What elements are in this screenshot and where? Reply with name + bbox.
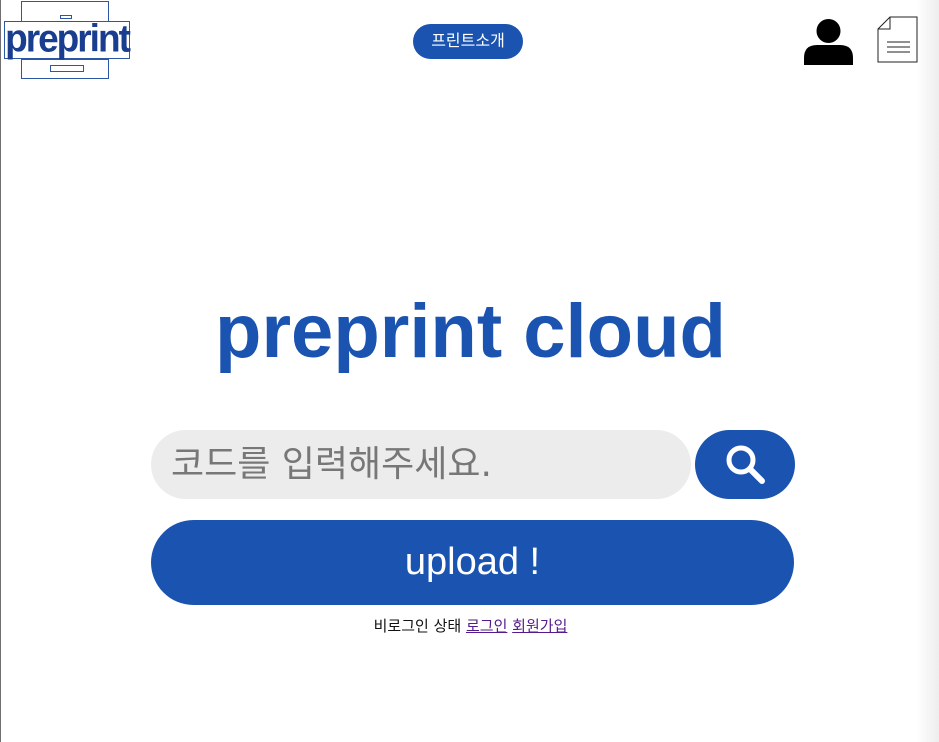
logo[interactable]: preprint xyxy=(4,1,131,79)
login-link[interactable]: 로그인 xyxy=(466,617,507,635)
login-status-text: 비로그인 상태 xyxy=(373,617,462,635)
search-button[interactable] xyxy=(695,430,795,499)
code-search-input[interactable] xyxy=(151,430,691,499)
logo-text: preprint xyxy=(5,16,131,60)
page: preprint 프린트소개 preprint cloud upload ! 비… xyxy=(0,0,939,742)
upload-button[interactable]: upload ! xyxy=(151,520,794,605)
signup-link[interactable]: 회원가입 xyxy=(512,617,567,635)
logo-printer-tray xyxy=(50,65,84,72)
page-title: preprint cloud xyxy=(215,289,726,374)
document-icon[interactable] xyxy=(877,16,919,64)
intro-button[interactable]: 프린트소개 xyxy=(413,24,523,59)
search-icon xyxy=(726,445,765,484)
user-icon[interactable] xyxy=(803,18,854,65)
login-status: 비로그인 상태 로그인 회원가입 xyxy=(1,616,939,636)
